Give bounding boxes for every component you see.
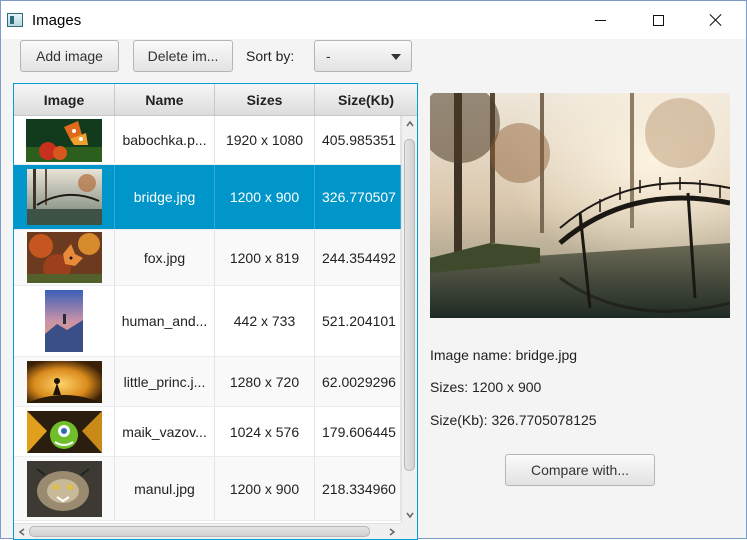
size-kb-cell: 62.0029296: [315, 357, 401, 406]
size-kb-cell: 326.770507: [315, 165, 401, 229]
size-kb-cell: 521.204101: [315, 286, 401, 356]
sort-by-select[interactable]: -: [314, 40, 412, 72]
manul-thumbnail: [26, 460, 102, 517]
images-window: Images Add image Delete im... Sort by: -…: [0, 0, 747, 540]
image-size-kb-label: Size(Kb): 326.7705078125: [430, 412, 597, 428]
table-row[interactable]: maik_vazov... 1024 x 576 179.606445: [14, 407, 401, 457]
horizontal-scroll-thumb[interactable]: [29, 526, 370, 537]
thumbnail-cell: [14, 357, 115, 406]
name-cell: bridge.jpg: [115, 165, 215, 229]
column-header-size-kb[interactable]: Size(Kb): [315, 84, 417, 116]
sizes-cell: 1200 x 900: [215, 457, 315, 520]
close-icon: [709, 13, 723, 27]
name-cell: little_princ.j...: [115, 357, 215, 406]
table-row[interactable]: human_and... 442 x 733 521.204101: [14, 286, 401, 357]
thumbnail-cell: [14, 407, 115, 456]
column-header-image[interactable]: Image: [14, 84, 115, 116]
sizes-cell: 1024 x 576: [215, 407, 315, 456]
table-row[interactable]: manul.jpg 1200 x 900 218.334960: [14, 457, 401, 521]
chevron-left-icon[interactable]: [18, 528, 26, 536]
chevron-right-icon[interactable]: [388, 528, 396, 536]
column-header-sizes[interactable]: Sizes: [215, 84, 315, 116]
size-kb-cell: 218.334960: [315, 457, 401, 520]
delete-image-button[interactable]: Delete im...: [133, 40, 233, 72]
size-kb-cell: 179.606445: [315, 407, 401, 456]
sizes-cell: 442 x 733: [215, 286, 315, 356]
name-cell: human_and...: [115, 286, 215, 356]
name-cell: fox.jpg: [115, 230, 215, 285]
size-kb-cell: 244.354492: [315, 230, 401, 285]
chevron-up-icon[interactable]: [406, 120, 414, 128]
column-header-name[interactable]: Name: [115, 84, 215, 116]
sizes-cell: 1200 x 819: [215, 230, 315, 285]
table-row-selected[interactable]: bridge.jpg 1200 x 900 326.770507: [14, 165, 401, 230]
name-cell: babochka.p...: [115, 116, 215, 164]
chevron-down-icon[interactable]: [406, 511, 414, 519]
thumbnail-cell: [14, 230, 115, 285]
table-header: Image Name Sizes Size(Kb): [14, 84, 417, 116]
thumbnail-cell: [14, 286, 115, 356]
name-cell: maik_vazov...: [115, 407, 215, 456]
minimize-button[interactable]: [577, 1, 623, 39]
minimize-icon: [594, 19, 606, 21]
window-title: Images: [32, 12, 82, 29]
add-image-button[interactable]: Add image: [20, 40, 119, 72]
table-row[interactable]: little_princ.j... 1280 x 720 62.0029296: [14, 357, 401, 407]
scrollbar-corner: [401, 523, 417, 539]
image-preview: [420, 83, 731, 318]
maximize-button[interactable]: [635, 1, 681, 39]
size-kb-cell: 405.985351: [315, 116, 401, 164]
fox-thumbnail: [26, 232, 102, 283]
name-cell: manul.jpg: [115, 457, 215, 520]
bridge-preview-image: [420, 83, 731, 318]
little-prince-thumbnail: [26, 360, 102, 403]
maximize-icon: [652, 14, 664, 26]
close-button[interactable]: [693, 1, 739, 39]
sizes-cell: 1200 x 900: [215, 165, 315, 229]
sizes-cell: 1280 x 720: [215, 357, 315, 406]
bridge-thumbnail: [26, 169, 102, 225]
horizontal-scrollbar[interactable]: [14, 523, 401, 539]
sort-by-label: Sort by:: [246, 48, 295, 64]
chevron-down-icon: [391, 54, 401, 60]
title-bar[interactable]: Images: [1, 1, 746, 39]
thumbnail-cell: [14, 457, 115, 520]
image-name-label: Image name: bridge.jpg: [430, 347, 578, 363]
human-thumbnail: [45, 290, 83, 352]
images-table[interactable]: Image Name Sizes Size(Kb) babochka.p... …: [13, 83, 418, 540]
thumbnail-cell: [14, 165, 115, 229]
compare-with-button[interactable]: Compare with...: [505, 454, 655, 486]
app-icon: [7, 13, 23, 27]
thumbnail-cell: [14, 116, 115, 164]
butterfly-thumbnail: [26, 118, 102, 162]
table-row[interactable]: fox.jpg 1200 x 819 244.354492: [14, 230, 401, 286]
monster-thumbnail: [26, 410, 102, 453]
vertical-scroll-thumb[interactable]: [404, 139, 415, 471]
image-sizes-label: Sizes: 1200 x 900: [430, 379, 542, 395]
vertical-scrollbar[interactable]: [401, 116, 417, 523]
sizes-cell: 1920 x 1080: [215, 116, 315, 164]
sort-by-value: -: [326, 48, 331, 64]
table-body: babochka.p... 1920 x 1080 405.985351 bri…: [14, 116, 401, 521]
table-row[interactable]: babochka.p... 1920 x 1080 405.985351: [14, 116, 401, 165]
